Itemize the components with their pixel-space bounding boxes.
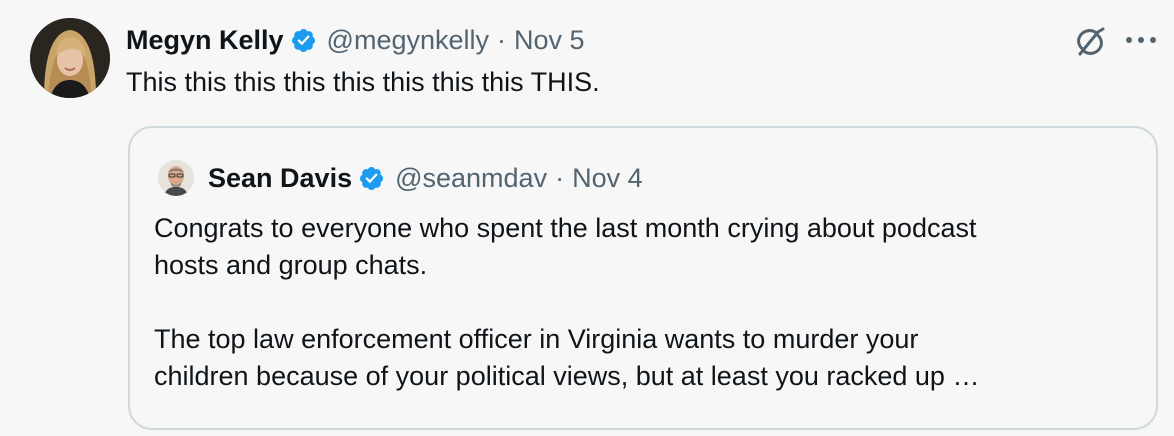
quoted-author-avatar[interactable]	[158, 160, 194, 196]
author-avatar[interactable]	[30, 18, 110, 98]
quoted-author-name[interactable]: Sean Davis	[208, 163, 352, 194]
quoted-date[interactable]: Nov 4	[572, 163, 643, 194]
quoted-text-line: Congrats to everyone who spent the last …	[154, 213, 977, 243]
quoted-author-handle[interactable]: @seanmdav	[395, 163, 547, 194]
verified-badge-icon	[291, 28, 315, 52]
author-name[interactable]: Megyn Kelly	[126, 25, 284, 56]
quoted-paragraph-2: The top law enforcement officer in Virgi…	[154, 321, 1144, 395]
tweet-date[interactable]: Nov 5	[514, 25, 585, 56]
more-options-icon[interactable]	[1126, 28, 1156, 52]
more-dot	[1126, 37, 1132, 43]
verified-badge-icon	[360, 166, 384, 190]
avatar-image	[30, 18, 110, 98]
more-dot	[1138, 37, 1144, 43]
tweet[interactable]: Megyn Kelly @megynkelly · Nov 5 This thi…	[0, 0, 1174, 436]
tweet-text: This this this this this this this this …	[126, 67, 600, 97]
quoted-paragraph-1: Congrats to everyone who spent the last …	[154, 210, 1144, 284]
quoted-tweet[interactable]: Sean Davis @seanmdav · Nov 4 Congrats to…	[128, 126, 1158, 430]
separator-dot: ·	[497, 24, 507, 55]
quoted-text-line: The top law enforcement officer in Virgi…	[154, 324, 919, 354]
quoted-avatar-image	[158, 160, 194, 196]
tweet-header: Megyn Kelly @megynkelly · Nov 5	[126, 20, 585, 60]
quoted-header: Sean Davis @seanmdav · Nov 4	[208, 158, 643, 198]
quoted-text-line: children because of your political views…	[154, 361, 980, 391]
grok-icon[interactable]	[1072, 24, 1108, 60]
separator-dot: ·	[555, 162, 565, 193]
more-dot	[1150, 37, 1156, 43]
quoted-text: Congrats to everyone who spent the last …	[154, 210, 1144, 395]
quoted-text-line: hosts and group chats.	[154, 250, 428, 280]
author-handle[interactable]: @megynkelly	[327, 25, 489, 56]
